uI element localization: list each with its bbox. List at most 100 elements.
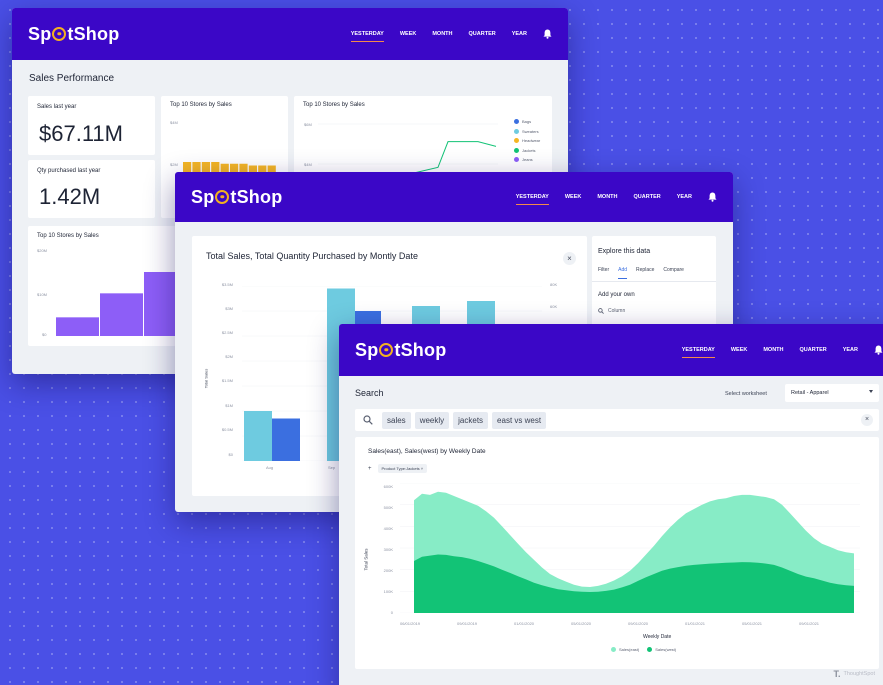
explore-panel: Explore this data Filter Add Replace Com…	[592, 236, 716, 336]
filter-row: + Product Type:Jackets ˅	[368, 464, 428, 473]
nav-month[interactable]: MONTH	[597, 194, 617, 200]
bell-icon[interactable]	[708, 192, 717, 202]
legend-item-west[interactable]: Sales(west)	[647, 647, 677, 653]
nav-week[interactable]: WEEK	[731, 347, 748, 353]
logo-o-icon	[215, 190, 230, 204]
y-axis-label: Total Sales	[203, 368, 209, 389]
y-tick: 400K	[383, 526, 393, 531]
worksheet-value: Retail - Apparel	[791, 390, 829, 396]
search-token[interactable]: east vs west	[492, 411, 547, 429]
section-title: Add your own	[598, 292, 635, 298]
x-tick: 01/01/2021	[685, 621, 706, 626]
series-line	[407, 141, 497, 175]
bar	[56, 317, 99, 336]
thoughtspot-logo: T. ThoughtSpot	[833, 669, 875, 679]
nav-quarter[interactable]: QUARTER	[469, 31, 496, 37]
nav-month[interactable]: MONTH	[763, 347, 783, 353]
nav-week[interactable]: WEEK	[400, 31, 417, 37]
legend-item[interactable]: Bags	[514, 117, 540, 127]
legend-dot	[514, 128, 519, 134]
tab-filter[interactable]: Filter	[598, 267, 609, 279]
x-tick: 01/01/2020	[514, 621, 535, 626]
kpi-card-sales[interactable]: Sales last year $67.11M	[28, 96, 155, 155]
x-tick: 09/01/2021	[799, 621, 820, 626]
spotshop-logo[interactable]: Sp tShop	[28, 24, 119, 45]
logo-text-suffix: tShop	[67, 23, 120, 44]
nav-yesterday[interactable]: YESTERDAY	[681, 347, 715, 358]
x-axis-label: Weekly Date	[643, 634, 672, 640]
legend-label: Bags	[522, 119, 532, 124]
nav-year[interactable]: YEAR	[512, 31, 527, 37]
top-nav-bar: Sp tShop YESTERDAY WEEK MONTH QUARTER YEA…	[339, 324, 883, 376]
y-tick: $3M	[225, 306, 233, 311]
chart-card-top-stores-bars[interactable]: Top 10 Stores by Sales $20M $10M $0	[28, 226, 186, 346]
bell-icon[interactable]	[543, 29, 552, 39]
y-tick: $2M	[225, 354, 233, 359]
search-icon	[598, 308, 604, 314]
y-tick: $0.5M	[221, 427, 233, 432]
nav-yesterday[interactable]: YESTERDAY	[350, 31, 384, 42]
legend-item[interactable]: Jeans	[514, 155, 540, 165]
nav-week[interactable]: WEEK	[565, 194, 582, 200]
logo-text-suffix: tShop	[394, 339, 447, 360]
search-token[interactable]: sales	[382, 411, 411, 429]
nav-yesterday[interactable]: YESTERDAY	[515, 194, 549, 205]
tab-compare[interactable]: Compare	[663, 267, 684, 279]
legend-label: Jackets	[522, 147, 536, 153]
worksheet-label: Select worksheet	[725, 391, 767, 397]
filter-icon[interactable]: +	[368, 466, 372, 472]
x-tick: 09/01/2019	[457, 621, 478, 626]
search-token[interactable]: weekly	[414, 411, 450, 429]
legend-item-east[interactable]: Sales(east)	[611, 647, 640, 653]
chart-title: Top 10 Stores by Sales	[170, 102, 232, 108]
tab-replace[interactable]: Replace	[636, 267, 654, 279]
filter-chip-label: Product Type:Jackets	[381, 466, 420, 471]
column-search[interactable]: Column	[598, 308, 625, 314]
kpi-label: Qty purchased last year	[37, 168, 101, 174]
chart-title: Top 10 Stores by Sales	[303, 102, 365, 108]
close-icon[interactable]: ×	[563, 252, 576, 265]
search-bar[interactable]: sales weekly jackets east vs west ×	[355, 409, 879, 431]
nav-quarter[interactable]: QUARTER	[800, 347, 827, 353]
y-tick: 0	[390, 610, 393, 615]
x-tick: 05/01/2021	[742, 621, 763, 626]
nav-year[interactable]: YEAR	[677, 194, 692, 200]
spotshop-logo[interactable]: Sp tShop	[191, 187, 282, 208]
legend-item[interactable]: Headwear	[514, 136, 540, 146]
legend-item[interactable]: Jackets	[514, 146, 540, 156]
chart-legend: Bags Sweaters Headwear Jackets Jeans	[514, 117, 540, 165]
column-search-placeholder: Column	[608, 308, 626, 314]
kpi-value: 1.42M	[39, 184, 101, 209]
filter-chip[interactable]: Product Type:Jackets ˅	[377, 464, 428, 473]
x-tick: 09/01/2020	[628, 621, 649, 626]
legend-label: Sales(west)	[655, 647, 677, 652]
bar	[272, 418, 300, 461]
top-nav-bar: Sp tShop YESTERDAY WEEK MONTH QUARTER YEA…	[12, 8, 568, 60]
bar	[244, 411, 272, 461]
y-tick: $0	[42, 332, 47, 337]
bar	[100, 293, 143, 336]
nav-year[interactable]: YEAR	[843, 347, 858, 353]
search-token[interactable]: jackets	[453, 411, 489, 429]
worksheet-select[interactable]: Retail - Apparel	[785, 384, 879, 402]
bell-icon[interactable]	[874, 345, 883, 355]
y-tick: $1M	[225, 403, 233, 408]
close-icon[interactable]: ×	[861, 414, 873, 426]
kpi-card-quantity[interactable]: Qty purchased last year 1.42M	[28, 160, 155, 218]
spotshop-logo[interactable]: Sp tShop	[355, 340, 446, 361]
y2-tick: 80K	[550, 282, 558, 287]
y-tick: 300K	[383, 547, 393, 552]
legend-item[interactable]: Sweaters	[514, 127, 540, 137]
x-tick: 06/01/2019	[400, 621, 421, 626]
nav-quarter[interactable]: QUARTER	[634, 194, 661, 200]
answer-chart-card[interactable]: Sales(east), Sales(west) by Weekly Date …	[355, 437, 879, 669]
chart-title: Sales(east), Sales(west) by Weekly Date	[368, 448, 486, 455]
legend-label: Sales(east)	[619, 647, 640, 652]
chart-title: Total Sales, Total Quantity Purchased by…	[206, 251, 418, 261]
tab-add[interactable]: Add	[618, 267, 628, 279]
y-tick: $20M	[37, 248, 48, 253]
y-tick: $2.5M	[221, 330, 233, 335]
search-icon	[363, 415, 373, 425]
nav-month[interactable]: MONTH	[432, 31, 452, 37]
panel-title: Explore this data	[598, 248, 651, 255]
